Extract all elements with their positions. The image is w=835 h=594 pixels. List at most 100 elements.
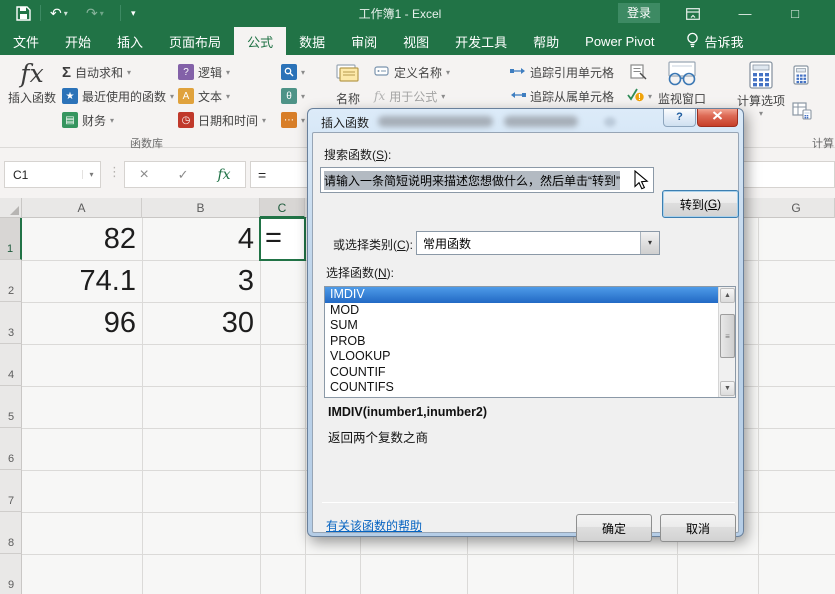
column-header-C[interactable]: C — [260, 198, 305, 218]
logical-question-icon: ? — [178, 64, 194, 80]
trace-dependents-icon — [510, 89, 526, 104]
cell-A2[interactable]: 74.1 — [22, 260, 142, 302]
error-checking-button[interactable]: ! ▾ — [627, 86, 652, 106]
go-button[interactable]: 转到(G) — [662, 190, 739, 218]
tab-审阅[interactable]: 审阅 — [338, 27, 390, 55]
row-header-7[interactable]: 7 — [0, 470, 22, 512]
function-item-MOD[interactable]: MOD — [325, 303, 735, 319]
trace-precedents-icon — [510, 65, 526, 80]
trace-dependents-button[interactable]: 追踪从属单元格 — [510, 86, 614, 106]
ribbon-display-options-icon[interactable] — [676, 0, 710, 27]
calculation-options-button[interactable]: 计算选项 ▾ — [736, 61, 786, 118]
financial-button[interactable]: ▤ 财务▾ — [62, 110, 114, 130]
date-time-button[interactable]: ◷ 日期和时间▾ — [178, 110, 266, 130]
cell-A1[interactable]: 82 — [22, 218, 142, 260]
redo-button[interactable]: ↷▾ — [86, 3, 104, 23]
save-icon[interactable] — [16, 3, 31, 23]
tab-文件[interactable]: 文件 — [0, 27, 52, 55]
tab-开始[interactable]: 开始 — [52, 27, 104, 55]
cancel-entry-icon[interactable]: × — [139, 166, 148, 184]
calculate-sheet-icon[interactable] — [792, 101, 812, 121]
function-item-VLOOKUP[interactable]: VLOOKUP — [325, 349, 735, 365]
select-all-corner[interactable] — [0, 198, 22, 218]
redaction-smudge — [504, 116, 578, 127]
tab-帮助[interactable]: 帮助 — [520, 27, 572, 55]
row-header-6[interactable]: 6 — [0, 428, 22, 470]
name-box-caret-icon[interactable]: ▾ — [82, 170, 100, 179]
active-cell[interactable]: = — [259, 217, 306, 261]
function-item-SUM[interactable]: SUM — [325, 318, 735, 334]
define-name-button[interactable]: 定义名称▾ — [374, 62, 450, 82]
qat-customize-button[interactable]: ▾ — [131, 3, 136, 23]
maximize-button[interactable]: □ — [778, 0, 812, 27]
svg-text:!: ! — [638, 93, 641, 102]
tab-视图[interactable]: 视图 — [390, 27, 442, 55]
column-header-A[interactable]: A — [22, 198, 142, 218]
cell-B2[interactable]: 3 — [142, 260, 260, 302]
tab-插入[interactable]: 插入 — [104, 27, 156, 55]
column-header-G[interactable]: G — [758, 198, 835, 218]
function-signature: IMDIV(inumber1,inumber2) — [328, 405, 487, 419]
tab-数据[interactable]: 数据 — [286, 27, 338, 55]
dropdown-caret-icon[interactable]: ▾ — [640, 232, 659, 254]
cell-B3[interactable]: 30 — [142, 302, 260, 344]
function-item-COUNTIF[interactable]: COUNTIF — [325, 365, 735, 381]
sign-in-button[interactable]: 登录 — [618, 3, 660, 23]
insert-function-fx-icon[interactable]: fx — [217, 167, 230, 183]
watch-window-button[interactable]: 监视窗口 — [656, 61, 708, 107]
function-listbox[interactable]: IMDIVMODSUMPROBVLOOKUPCOUNTIFCOUNTIFS ▲ … — [324, 286, 736, 398]
more-functions-button[interactable]: ⋯ ▾ — [281, 110, 305, 130]
autosum-button[interactable]: Σ 自动求和▾ — [62, 62, 131, 82]
cell-A3[interactable]: 96 — [22, 302, 142, 344]
category-dropdown[interactable]: 常用函数 ▾ — [416, 231, 660, 255]
function-item-COUNTIFS[interactable]: COUNTIFS — [325, 380, 735, 396]
dialog-help-button[interactable]: ? — [663, 109, 696, 127]
trace-precedents-button[interactable]: 追踪引用单元格 — [510, 62, 614, 82]
minimize-button[interactable]: — — [728, 0, 762, 27]
tell-me-box[interactable]: 告诉我 — [686, 27, 744, 55]
function-help-link[interactable]: 有关该函数的帮助 — [326, 517, 422, 534]
scrollbar-thumb[interactable]: ≡ — [720, 314, 735, 358]
error-checking-icon: ! — [627, 87, 644, 105]
ok-button[interactable]: 确定 — [576, 514, 652, 542]
row-header-8[interactable]: 8 — [0, 512, 22, 554]
insert-function-button[interactable]: fx 插入函数 — [6, 59, 58, 106]
tab-开发工具[interactable]: 开发工具 — [442, 27, 520, 55]
qat-separator — [120, 5, 121, 21]
row-header-1[interactable]: 1 — [0, 218, 22, 260]
search-function-input[interactable]: 请输入一条简短说明来描述您想做什么，然后单击“转到” — [320, 167, 654, 193]
cell-B1[interactable]: 4 — [142, 218, 260, 260]
name-box[interactable]: C1 ▾ — [4, 161, 101, 188]
tab-Power Pivot[interactable]: Power Pivot — [572, 27, 667, 55]
show-formulas-icon[interactable] — [630, 62, 647, 82]
dialog-close-icon[interactable] — [697, 109, 738, 127]
recently-used-button[interactable]: ★ 最近使用的函数▾ — [62, 86, 174, 106]
scroll-up-icon[interactable]: ▲ — [720, 288, 735, 303]
row-header-4[interactable]: 4 — [0, 344, 22, 386]
cancel-button[interactable]: 取消 — [660, 514, 736, 542]
undo-button[interactable]: ↶▾ — [50, 3, 68, 23]
column-header-B[interactable]: B — [142, 198, 260, 218]
function-item-IMDIV[interactable]: IMDIV — [325, 287, 735, 303]
lookup-reference-button[interactable]: ▾ — [281, 62, 305, 82]
row-header-3[interactable]: 3 — [0, 302, 22, 344]
lightbulb-icon — [686, 32, 699, 51]
row-header-2[interactable]: 2 — [0, 260, 22, 302]
dialog-title: 插入函数 — [321, 114, 369, 131]
confirm-entry-icon[interactable]: ✓ — [178, 167, 189, 183]
logical-button[interactable]: ? 逻辑▾ — [178, 62, 230, 82]
math-trig-button[interactable]: θ ▾ — [281, 86, 305, 106]
text-button[interactable]: A 文本▾ — [178, 86, 230, 106]
tab-页面布局[interactable]: 页面布局 — [156, 27, 234, 55]
listbox-scrollbar[interactable]: ▲ ≡ ▼ — [718, 287, 735, 397]
row-header-9[interactable]: 9 — [0, 554, 22, 594]
title-bar: ↶▾ ↷▾ ▾ 工作簿1 - Excel 登录 — □ — [0, 0, 835, 27]
name-manager-button[interactable]: 名称 — [326, 61, 370, 107]
fx-gray-icon: fx — [374, 89, 385, 103]
tab-公式[interactable]: 公式 — [234, 27, 286, 55]
function-item-PROB[interactable]: PROB — [325, 334, 735, 350]
calculate-now-icon[interactable] — [792, 65, 810, 85]
use-in-formula-button[interactable]: fx 用于公式▾ — [374, 86, 445, 106]
scroll-down-icon[interactable]: ▼ — [720, 381, 735, 396]
row-header-5[interactable]: 5 — [0, 386, 22, 428]
